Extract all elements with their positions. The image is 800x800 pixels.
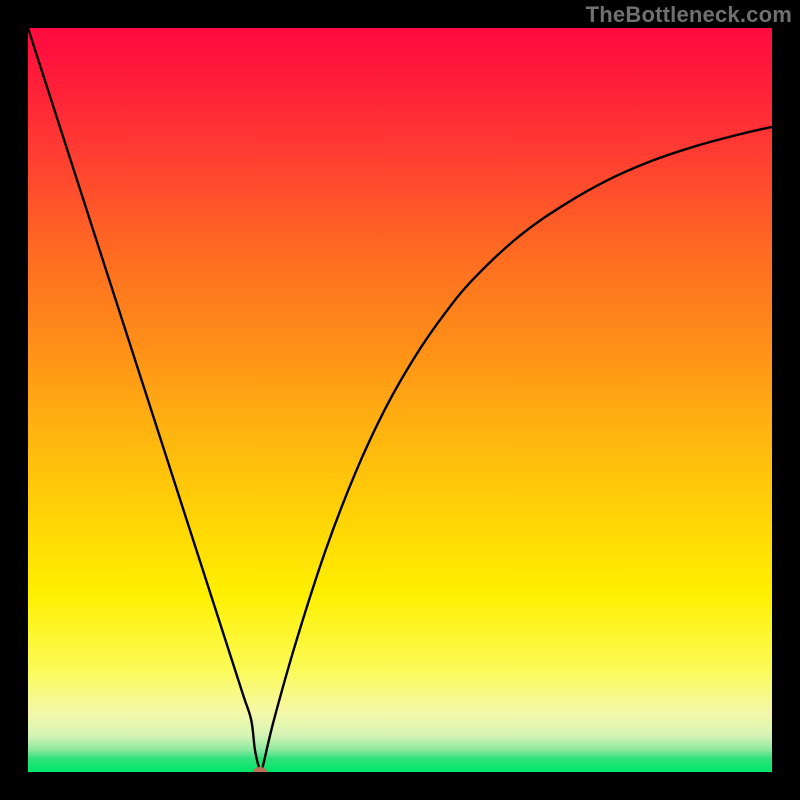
chart-frame: TheBottleneck.com <box>0 0 800 800</box>
plot-area <box>28 28 772 772</box>
minimum-marker <box>253 767 267 772</box>
attribution-label: TheBottleneck.com <box>586 2 792 28</box>
bottleneck-curve <box>28 28 772 772</box>
